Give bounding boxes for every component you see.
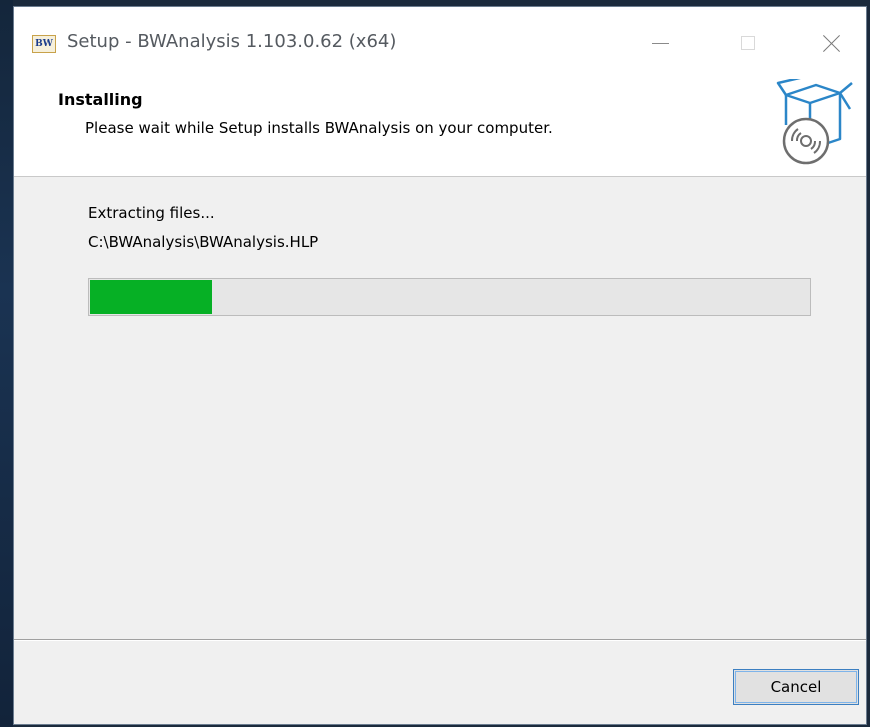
bwanalysis-app-icon[interactable]: BW	[32, 35, 56, 53]
maximize-icon	[741, 36, 755, 50]
progress-fill	[90, 280, 212, 314]
install-progress-bar	[88, 278, 811, 316]
cancel-button[interactable]: Cancel	[733, 669, 859, 705]
footer-separator-highlight	[14, 640, 866, 641]
page-title: Installing	[58, 90, 143, 109]
window-title: Setup - BWAnalysis 1.103.0.62 (x64)	[67, 31, 397, 52]
desktop-background	[0, 0, 13, 727]
setup-window: BW Setup - BWAnalysis 1.103.0.62 (x64) I…	[13, 6, 867, 725]
title-bar[interactable]: BW Setup - BWAnalysis 1.103.0.62 (x64)	[14, 7, 866, 79]
software-box-disc-icon	[776, 79, 853, 165]
maximize-button[interactable]	[726, 23, 770, 63]
current-file-path: C:\BWAnalysis\BWAnalysis.HLP	[88, 233, 319, 251]
wizard-header: Installing Please wait while Setup insta…	[14, 79, 866, 177]
page-subtitle: Please wait while Setup installs BWAnaly…	[85, 119, 553, 137]
status-text: Extracting files...	[88, 204, 215, 222]
minimize-icon	[651, 42, 669, 44]
close-icon	[823, 34, 841, 52]
close-button[interactable]	[810, 23, 854, 63]
minimize-button[interactable]	[638, 23, 682, 63]
